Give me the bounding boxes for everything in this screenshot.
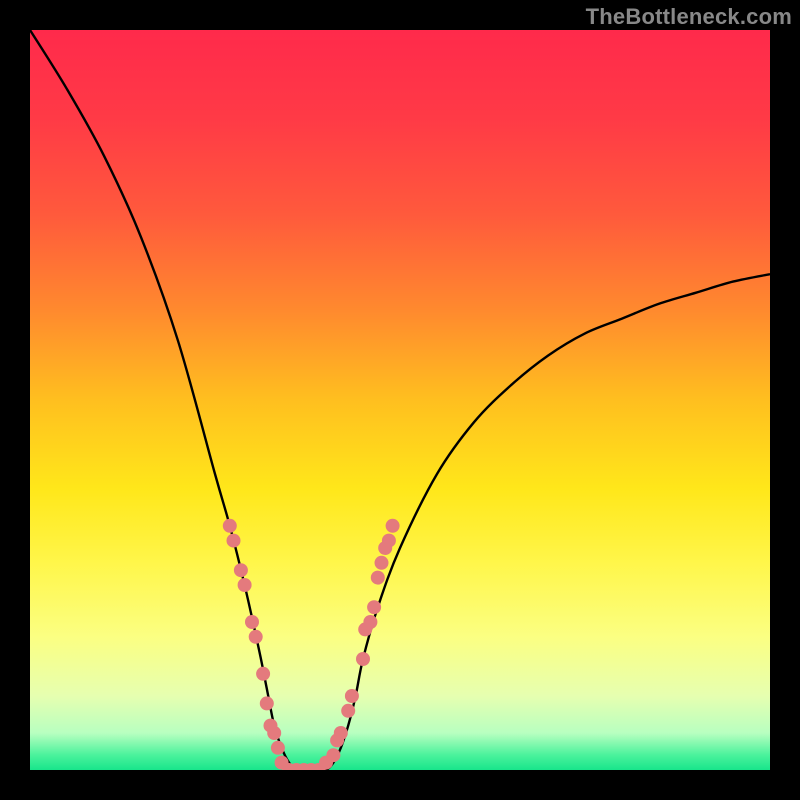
watermark-text: TheBottleneck.com xyxy=(586,4,792,30)
gradient-background xyxy=(30,30,770,770)
chart-frame: TheBottleneck.com xyxy=(0,0,800,800)
plot-area xyxy=(30,30,770,770)
